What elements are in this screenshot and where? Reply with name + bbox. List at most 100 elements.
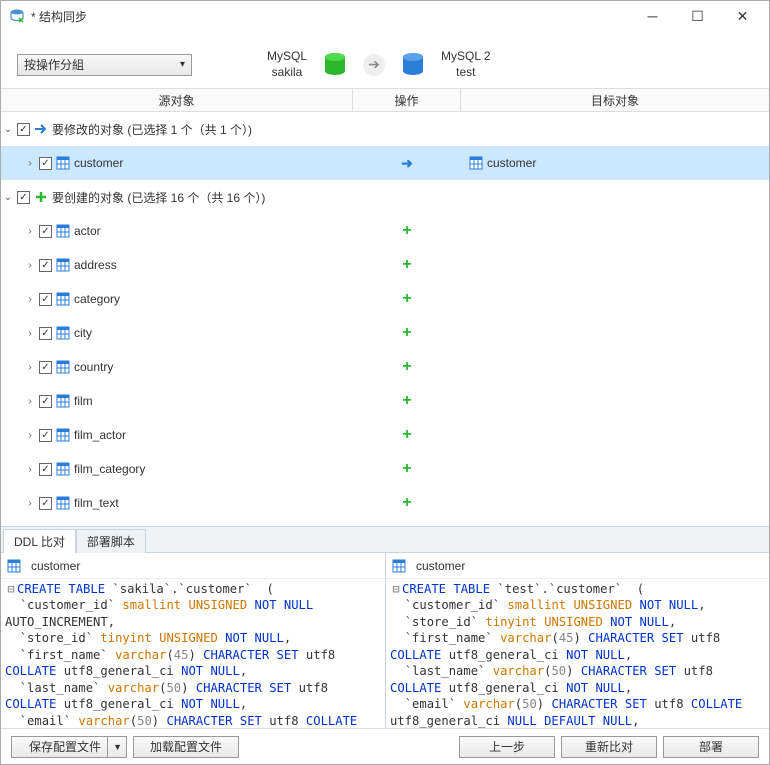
tree-item[interactable]: › category + [1,282,769,316]
column-source: 源对象 [1,89,353,111]
checkbox[interactable] [39,395,52,408]
table-icon [7,559,21,573]
checkbox[interactable] [39,259,52,272]
plus-icon: + [402,392,411,410]
expand-icon[interactable]: › [23,362,37,373]
diff-right-name: customer [416,559,465,573]
tree-item[interactable]: › film + [1,384,769,418]
tree-item[interactable]: › address + [1,248,769,282]
db-flow: MySQL sakila ➔ MySQL 2 test [267,49,491,80]
tree-item[interactable]: › city + [1,316,769,350]
item-name: film [74,394,93,408]
checkbox[interactable] [17,123,30,136]
plus-icon [34,190,48,204]
tab-deploy-script[interactable]: 部署脚本 [76,529,146,553]
group-by-label: 按操作分組 [24,56,84,73]
table-icon [469,156,483,170]
checkbox[interactable] [39,225,52,238]
table-icon [56,462,70,476]
table-icon [56,292,70,306]
deploy-button[interactable]: 部署 [663,736,759,758]
table-icon [56,360,70,374]
source-label: MySQL sakila [267,49,307,80]
flow-arrow-icon: ➔ [363,54,385,76]
item-name: country [74,360,113,374]
plus-icon: + [402,290,411,308]
tab-ddl-compare[interactable]: DDL 比对 [3,529,76,553]
tree-item[interactable]: › film_category + [1,452,769,486]
checkbox[interactable] [39,497,52,510]
minimize-button[interactable]: ─ [630,2,675,30]
item-name: address [74,258,117,272]
tree-group[interactable]: ⌄ 要创建的对象 (已选择 16 个（共 16 个）) [1,180,769,214]
close-button[interactable]: ✕ [720,2,765,30]
diff-right: customer ⊟CREATE TABLE `test`.`customer`… [385,553,769,728]
checkbox[interactable] [39,361,52,374]
column-target: 目标对象 [461,89,769,111]
tree-item[interactable]: › actor + [1,214,769,248]
tree-group[interactable]: ⌄ 要修改的对象 (已选择 1 个（共 1 个）) [1,112,769,146]
checkbox[interactable] [39,463,52,476]
plus-icon: + [402,494,411,512]
database-target-icon [399,51,427,79]
group-label: 要创建的对象 (已选择 16 个（共 16 个）) [52,189,265,206]
expand-icon[interactable]: ⌄ [1,124,15,135]
diff-left: customer ⊟CREATE TABLE `sakila`.`custome… [1,553,385,728]
expand-icon[interactable]: › [23,328,37,339]
app-icon [9,8,25,24]
expand-icon[interactable]: › [23,498,37,509]
save-profile-button[interactable]: 保存配置文件▼ [11,736,127,758]
tree-item[interactable]: › country + [1,350,769,384]
expand-icon[interactable]: › [23,226,37,237]
tree-item[interactable]: › film_text + [1,486,769,520]
column-operation: 操作 [353,89,461,111]
table-icon [56,224,70,238]
diff-left-name: customer [31,559,80,573]
table-icon [56,326,70,340]
plus-icon: + [402,256,411,274]
footer: 保存配置文件▼ 加载配置文件 上一步 重新比对 部署 [1,728,769,764]
recompare-button[interactable]: 重新比对 [561,736,657,758]
table-icon [56,394,70,408]
table-icon [56,258,70,272]
plus-icon: + [402,324,411,342]
item-name: film_text [74,496,119,510]
item-name: film_actor [74,428,126,442]
window-title: * 结构同步 [31,8,630,25]
checkbox[interactable] [39,157,52,170]
arrow-right-icon: ➜ [401,155,413,172]
item-name: customer [74,156,123,170]
table-icon [56,156,70,170]
checkbox[interactable] [39,429,52,442]
group-by-dropdown[interactable]: 按操作分組 ▾ [17,54,192,76]
item-name: film_category [74,462,145,476]
expand-icon[interactable]: ⌄ [1,192,15,203]
plus-icon: + [402,460,411,478]
tree-item[interactable]: › film_actor + [1,418,769,452]
tree-item[interactable]: › customer ➜ customer [1,146,769,180]
expand-icon[interactable]: › [23,396,37,407]
previous-button[interactable]: 上一步 [459,736,555,758]
plus-icon: + [402,358,411,376]
maximize-button[interactable]: ☐ [675,2,720,30]
diff-left-code[interactable]: ⊟CREATE TABLE `sakila`.`customer` ( `cus… [1,579,385,728]
tabs-bar: DDL 比对 部署脚本 [1,526,769,552]
expand-icon[interactable]: › [23,430,37,441]
table-icon [392,559,406,573]
plus-icon: + [402,426,411,444]
object-tree[interactable]: ⌄ 要修改的对象 (已选择 1 个（共 1 个）) › customer ➜ c… [1,112,769,526]
expand-icon[interactable]: › [23,464,37,475]
checkbox[interactable] [39,327,52,340]
load-profile-button[interactable]: 加载配置文件 [133,736,239,758]
column-headers: 源对象 操作 目标对象 [1,88,769,112]
expand-icon[interactable]: › [23,294,37,305]
checkbox[interactable] [39,293,52,306]
expand-icon[interactable]: › [23,158,37,169]
target-name: customer [487,156,536,170]
diff-right-code[interactable]: ⊟CREATE TABLE `test`.`customer` ( `custo… [386,579,769,728]
database-source-icon [321,51,349,79]
checkbox[interactable] [17,191,30,204]
plus-icon: + [402,222,411,240]
expand-icon[interactable]: › [23,260,37,271]
item-name: city [74,326,92,340]
